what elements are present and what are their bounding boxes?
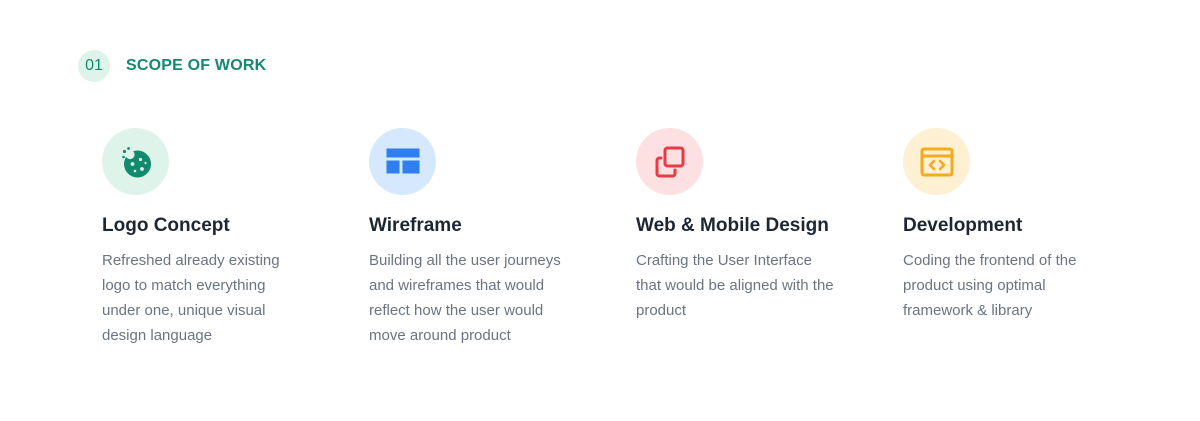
section-title: SCOPE OF WORK bbox=[126, 57, 267, 74]
copy-icon bbox=[655, 146, 684, 177]
icon-circle bbox=[903, 128, 970, 195]
layout-icon bbox=[386, 148, 419, 173]
scope-of-work-section: 01 SCOPE OF WORK Logo Concept Refreshed … bbox=[0, 0, 1200, 421]
service-card-logo-concept: Logo Concept Refreshed already existing … bbox=[102, 128, 312, 348]
service-card-web-mobile-design: Web & Mobile Design Crafting the User In… bbox=[636, 128, 846, 323]
card-title: Web & Mobile Design bbox=[636, 215, 829, 236]
icon-circle bbox=[102, 128, 169, 195]
card-title: Wireframe bbox=[369, 215, 462, 236]
card-description: Building all the user journeys and wiref… bbox=[369, 252, 561, 344]
service-card-wireframe: Wireframe Building all the user journeys… bbox=[369, 128, 579, 348]
code-window-icon bbox=[920, 147, 953, 176]
card-title: Development bbox=[903, 215, 1023, 236]
card-description: Refreshed already existing logo to match… bbox=[102, 252, 280, 344]
card-description: Crafting the User Interface that would b… bbox=[636, 252, 834, 319]
card-title: Logo Concept bbox=[102, 215, 230, 236]
card-description: Coding the frontend of the product using… bbox=[903, 252, 1077, 319]
section-header: 01 SCOPE OF WORK bbox=[78, 50, 266, 82]
icon-circle bbox=[636, 128, 703, 195]
section-number-badge: 01 bbox=[78, 50, 110, 82]
icon-circle bbox=[369, 128, 436, 195]
cookie-icon bbox=[121, 146, 151, 177]
service-card-development: Development Coding the frontend of the p… bbox=[903, 128, 1113, 323]
